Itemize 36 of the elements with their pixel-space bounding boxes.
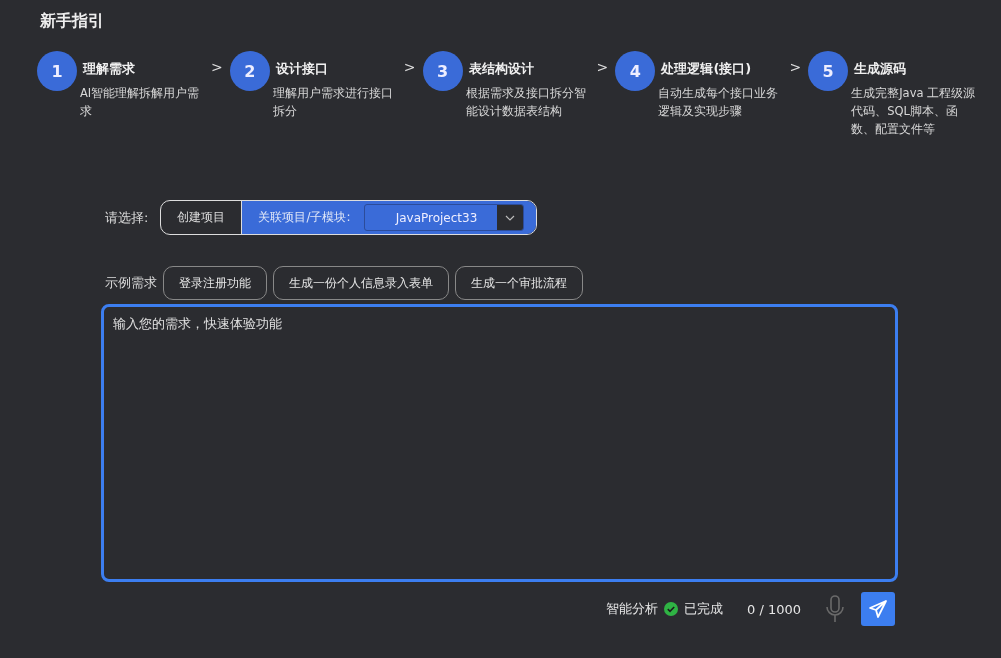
step-description: 生成完整Java 工程级源代码、SQL脚本、函数、配置文件等	[851, 85, 977, 138]
step-description: AI智能理解拆解用户需求	[80, 85, 201, 120]
step-title: 理解需求	[83, 60, 136, 78]
step-title: 表结构设计	[468, 60, 535, 78]
character-counter: 0 / 1000	[747, 601, 801, 617]
step-description: 自动生成每个接口业务逻辑及实现步骤	[658, 85, 780, 120]
step-description: 根据需求及接口拆分智能设计数据表结构	[465, 85, 587, 120]
example-chip[interactable]: 登录注册功能	[163, 266, 267, 300]
page-title: 新手指引	[40, 11, 105, 32]
project-select[interactable]: JavaProject33	[364, 204, 525, 231]
step-separator: >	[211, 58, 223, 77]
send-button[interactable]	[861, 592, 895, 626]
microphone-icon[interactable]	[825, 595, 845, 623]
status-text: 已完成	[684, 600, 723, 618]
step-separator: >	[789, 58, 802, 77]
choose-label: 请选择:	[105, 208, 149, 227]
analysis-label: 智能分析	[606, 600, 658, 618]
step-title: 生成源码	[854, 60, 908, 78]
check-icon	[664, 602, 678, 616]
step-number: 1	[37, 51, 77, 91]
step-number: 2	[229, 51, 270, 91]
segment-tab[interactable]: 关联项目/子模块: JavaProject33	[242, 201, 537, 234]
example-chip[interactable]: 生成一份个人信息录入表单	[273, 266, 449, 300]
requirement-input[interactable]: 输入您的需求，快速体验功能	[101, 304, 898, 582]
caret-icon	[505, 214, 516, 221]
step-number: 3	[422, 51, 463, 91]
step-description: 理解用户需求进行接口拆分	[272, 85, 394, 120]
step-number: 5	[808, 51, 849, 91]
step-title: 设计接口	[275, 60, 329, 78]
step-title: 处理逻辑(接口)	[661, 60, 753, 78]
examples-label: 示例需求	[105, 274, 157, 292]
step-separator: >	[596, 58, 609, 77]
paper-plane-icon	[868, 599, 888, 619]
step-separator: >	[403, 58, 416, 77]
step-number: 4	[615, 51, 656, 91]
example-chip[interactable]: 生成一个审批流程	[455, 266, 583, 300]
